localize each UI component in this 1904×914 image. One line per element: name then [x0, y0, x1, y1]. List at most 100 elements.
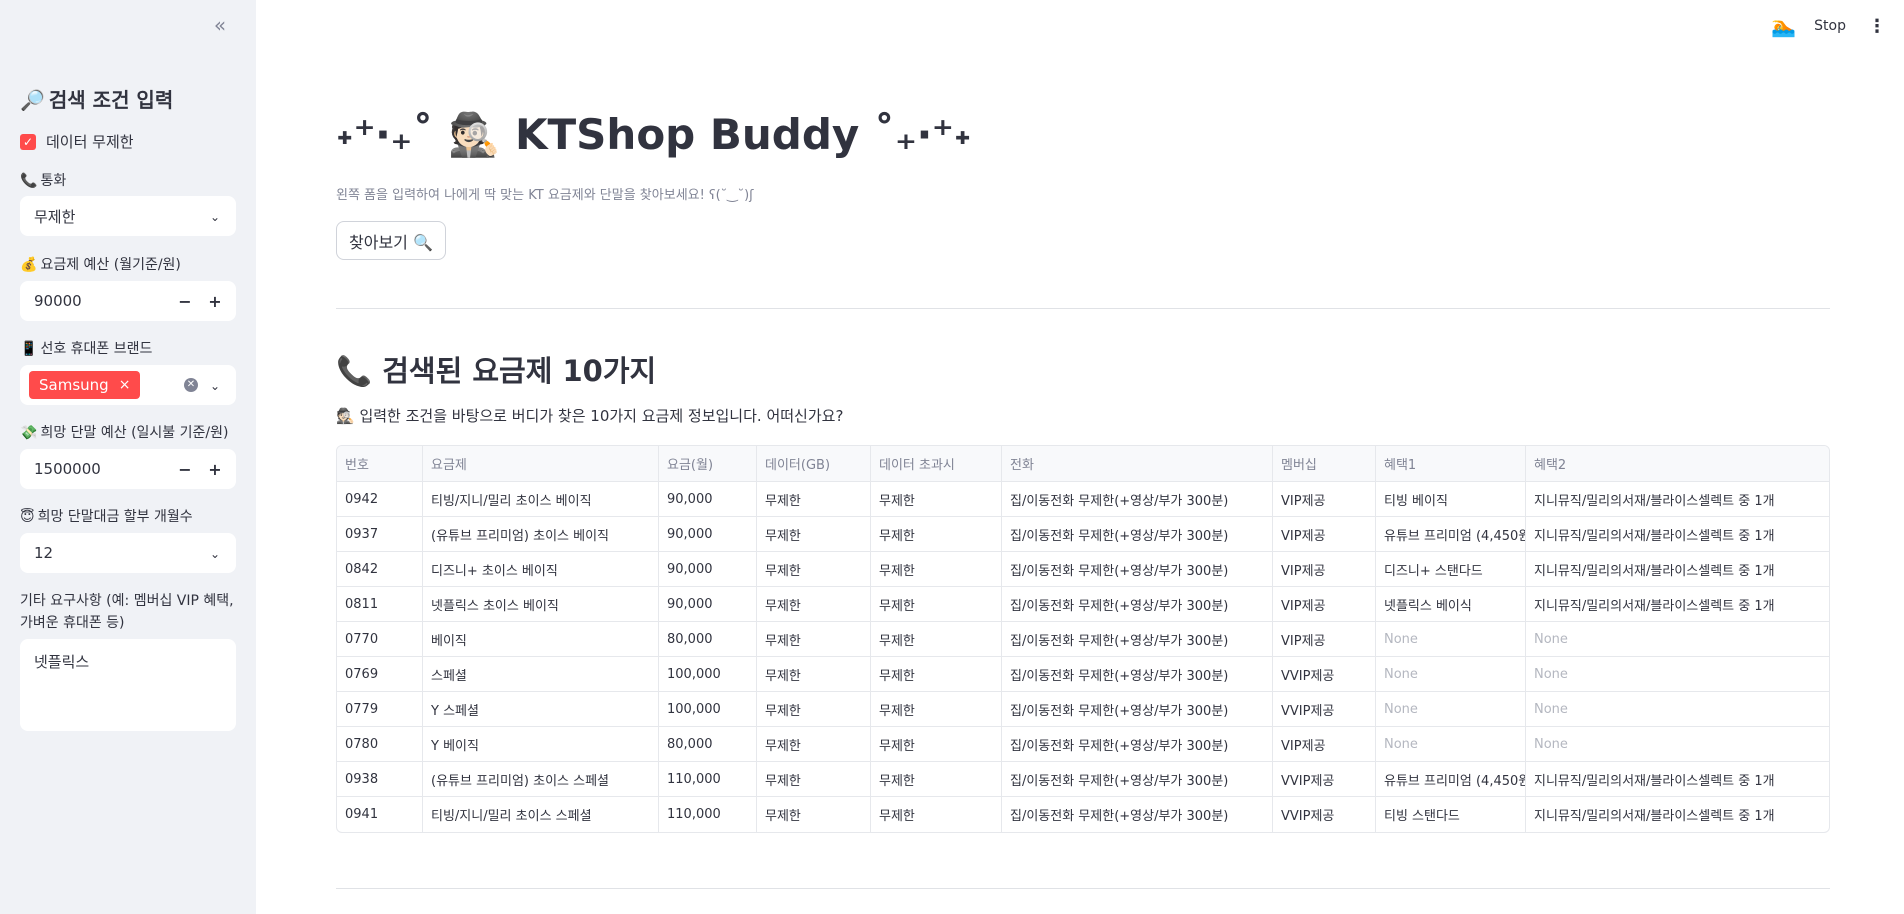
table-cell[interactable]: 무제한 [871, 587, 1002, 621]
budget-decrement-button[interactable]: − [170, 292, 200, 311]
column-header[interactable]: 혜택1 [1376, 446, 1526, 481]
other-requirements-textarea[interactable]: 넷플릭스 [20, 639, 236, 731]
table-cell[interactable]: Y 베이직 [423, 727, 659, 761]
table-cell[interactable]: 티빙/지니/밀리 초이스 스페셜 [423, 797, 659, 832]
data-unlimited-checkbox[interactable]: ✓ [20, 133, 36, 150]
installments-select[interactable]: 12 ⌄ [20, 533, 236, 573]
table-cell[interactable]: 무제한 [871, 762, 1002, 796]
table-cell[interactable]: 지니뮤직/밀리의서재/블라이스셀렉트 중 1개 [1526, 482, 1829, 516]
table-cell[interactable]: VIP제공 [1273, 482, 1376, 516]
remove-tag-icon[interactable]: × [119, 377, 131, 393]
table-cell[interactable]: 0811 [337, 587, 423, 621]
device-budget-input-value[interactable]: 1500000 [20, 460, 170, 478]
device-budget-input[interactable]: 1500000 − + [20, 449, 236, 489]
column-header[interactable]: 혜택2 [1526, 446, 1829, 481]
column-header[interactable]: 데이터(GB) [757, 446, 871, 481]
table-cell[interactable]: 무제한 [871, 692, 1002, 726]
table-cell[interactable]: 0942 [337, 482, 423, 516]
table-row[interactable]: 0941 티빙/지니/밀리 초이스 스페셜 110,000 무제한 무제한 집/이동전화 … [337, 797, 1829, 832]
column-header[interactable]: 전화 [1002, 446, 1273, 481]
plans-table[interactable]: 번호 요금제 요금(월) 데이터(GB) 데이터 초과시 전화 멤버십 혜택1 … [336, 445, 1830, 833]
table-row[interactable]: 0938 (유튜브 프리미엄) 초이스 스페셜 110,000 무제한 무제한 집/이동전… [337, 762, 1829, 797]
column-header[interactable]: 멤버십 [1273, 446, 1376, 481]
data-unlimited-checkbox-row[interactable]: ✓ 데이터 무제한 [20, 131, 134, 152]
table-cell[interactable]: 100,000 [659, 692, 757, 726]
table-cell[interactable]: 80,000 [659, 622, 757, 656]
table-cell[interactable]: 유튜브 프리미엄 (4,450원 [1376, 517, 1526, 551]
column-header[interactable]: 요금제 [423, 446, 659, 481]
column-header[interactable]: 데이터 초과시 [871, 446, 1002, 481]
table-cell[interactable]: Y 스페셜 [423, 692, 659, 726]
table-cell[interactable]: 0769 [337, 657, 423, 691]
table-cell[interactable]: 무제한 [757, 692, 871, 726]
table-cell[interactable]: 무제한 [871, 482, 1002, 516]
table-cell[interactable]: 100,000 [659, 657, 757, 691]
table-cell[interactable]: 무제한 [871, 657, 1002, 691]
table-cell[interactable]: 집/이동전화 무제한(+영상/부가 300분) [1002, 657, 1273, 691]
table-cell[interactable]: 0780 [337, 727, 423, 761]
table-cell[interactable]: 무제한 [871, 552, 1002, 586]
table-cell[interactable]: 80,000 [659, 727, 757, 761]
table-cell[interactable]: 0937 [337, 517, 423, 551]
table-cell[interactable]: 0941 [337, 797, 423, 832]
table-cell[interactable]: VVIP제공 [1273, 797, 1376, 832]
table-cell[interactable]: 지니뮤직/밀리의서재/블라이스셀렉트 중 1개 [1526, 517, 1829, 551]
stop-button[interactable]: Stop [1814, 18, 1846, 34]
table-cell[interactable]: 집/이동전화 무제한(+영상/부가 300분) [1002, 727, 1273, 761]
table-cell[interactable]: 무제한 [757, 517, 871, 551]
brand-multiselect[interactable]: Samsung × ✕ ⌄ [20, 365, 236, 405]
table-cell[interactable]: 무제한 [757, 587, 871, 621]
table-cell[interactable]: None [1376, 692, 1526, 726]
table-row[interactable]: 0780 Y 베이직 80,000 무제한 무제한 집/이동전화 무제한(+영상/부가 3… [337, 727, 1829, 762]
table-cell[interactable]: 무제한 [757, 552, 871, 586]
table-cell[interactable]: 0779 [337, 692, 423, 726]
table-cell[interactable]: 티빙/지니/밀리 초이스 베이직 [423, 482, 659, 516]
table-cell[interactable]: 0842 [337, 552, 423, 586]
table-row[interactable]: 0779 Y 스페셜 100,000 무제한 무제한 집/이동전화 무제한(+영상/부가 … [337, 692, 1829, 727]
table-cell[interactable]: 넷플릭스 초이스 베이직 [423, 587, 659, 621]
device-budget-increment-button[interactable]: + [200, 460, 230, 479]
table-cell[interactable]: 무제한 [871, 622, 1002, 656]
table-cell[interactable]: 디즈니+ 스탠다드 [1376, 552, 1526, 586]
table-cell[interactable]: 집/이동전화 무제한(+영상/부가 300분) [1002, 482, 1273, 516]
table-cell[interactable]: None [1376, 657, 1526, 691]
budget-input-value[interactable]: 90000 [20, 292, 170, 310]
table-cell[interactable]: 110,000 [659, 762, 757, 796]
table-cell[interactable]: 0770 [337, 622, 423, 656]
call-select[interactable]: 무제한 ⌄ [20, 196, 236, 236]
column-header[interactable]: 번호 [337, 446, 423, 481]
table-cell[interactable]: VIP제공 [1273, 587, 1376, 621]
table-cell[interactable]: 스페셜 [423, 657, 659, 691]
budget-input[interactable]: 90000 − + [20, 281, 236, 321]
table-cell[interactable]: 지니뮤직/밀리의서재/블라이스셀렉트 중 1개 [1526, 762, 1829, 796]
table-row[interactable]: 0937 (유튜브 프리미엄) 초이스 베이직 90,000 무제한 무제한 집/이동전화… [337, 517, 1829, 552]
device-budget-decrement-button[interactable]: − [170, 460, 200, 479]
table-cell[interactable]: 집/이동전화 무제한(+영상/부가 300분) [1002, 552, 1273, 586]
table-cell[interactable]: 무제한 [871, 517, 1002, 551]
table-cell[interactable]: None [1526, 727, 1829, 761]
table-cell[interactable]: 지니뮤직/밀리의서재/블라이스셀렉트 중 1개 [1526, 552, 1829, 586]
table-cell[interactable]: 집/이동전화 무제한(+영상/부가 300분) [1002, 517, 1273, 551]
table-cell[interactable]: None [1526, 622, 1829, 656]
table-cell[interactable]: 지니뮤직/밀리의서재/블라이스셀렉트 중 1개 [1526, 587, 1829, 621]
table-cell[interactable]: 유튜브 프리미엄 (4,450원 [1376, 762, 1526, 796]
table-cell[interactable]: None [1376, 727, 1526, 761]
table-row[interactable]: 0842 디즈니+ 초이스 베이직 90,000 무제한 무제한 집/이동전화 무제한(+… [337, 552, 1829, 587]
table-cell[interactable]: VIP제공 [1273, 517, 1376, 551]
table-row[interactable]: 0770 베이직 80,000 무제한 무제한 집/이동전화 무제한(+영상/부가 300… [337, 622, 1829, 657]
search-button[interactable]: 찾아보기 🔍 [336, 221, 446, 260]
table-cell[interactable]: VIP제공 [1273, 552, 1376, 586]
table-row[interactable]: 0811 넷플릭스 초이스 베이직 90,000 무제한 무제한 집/이동전화 무제한(+… [337, 587, 1829, 622]
table-cell[interactable]: None [1376, 622, 1526, 656]
column-header[interactable]: 요금(월) [659, 446, 757, 481]
budget-increment-button[interactable]: + [200, 292, 230, 311]
table-cell[interactable]: 디즈니+ 초이스 베이직 [423, 552, 659, 586]
table-cell[interactable]: 무제한 [757, 762, 871, 796]
table-cell[interactable]: 무제한 [871, 727, 1002, 761]
table-row[interactable]: 0769 스페셜 100,000 무제한 무제한 집/이동전화 무제한(+영상/부가 30… [337, 657, 1829, 692]
table-cell[interactable]: VVIP제공 [1273, 762, 1376, 796]
table-cell[interactable]: VVIP제공 [1273, 657, 1376, 691]
clear-selection-icon[interactable]: ✕ [184, 378, 198, 392]
table-cell[interactable]: 집/이동전화 무제한(+영상/부가 300분) [1002, 692, 1273, 726]
table-cell[interactable]: 베이직 [423, 622, 659, 656]
